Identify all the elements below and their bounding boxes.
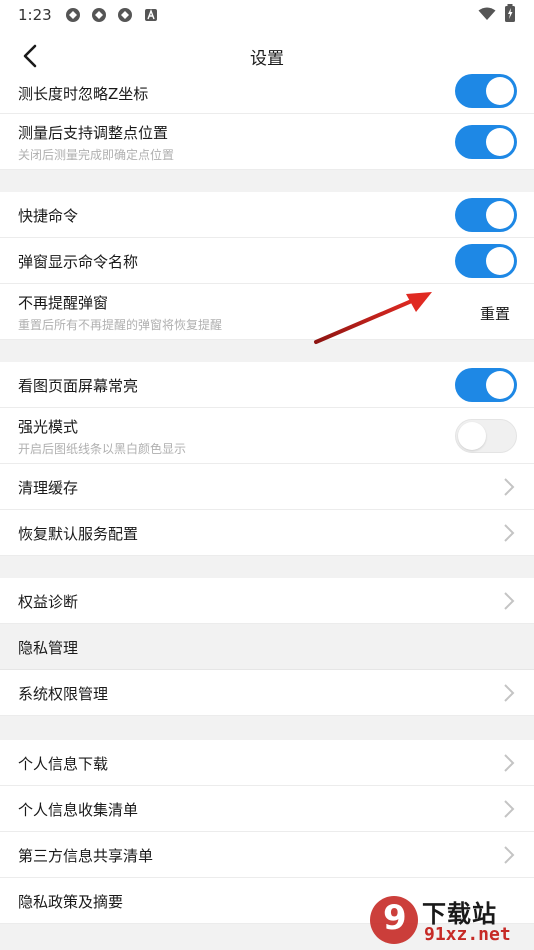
setting-row-personal-collect[interactable]: 个人信息收集清单: [0, 786, 534, 832]
screen-on-toggle[interactable]: [455, 368, 517, 402]
notification-icon: [64, 6, 82, 24]
setting-description: 开启后图纸线条以黑白颜色显示: [18, 442, 187, 456]
setting-label: 个人信息下载: [18, 755, 109, 773]
setting-row-sys-permission[interactable]: 系统权限管理: [0, 670, 534, 716]
section-header-privacy: 隐私管理: [0, 624, 534, 670]
section-title: 隐私管理: [18, 639, 79, 657]
setting-label: 看图页面屏幕常亮: [18, 377, 139, 395]
watermark-mark: 9: [383, 898, 407, 938]
setting-row-adjust-point[interactable]: 测量后支持调整点位置 关闭后测量完成即确定点位置: [0, 114, 534, 170]
battery-icon: [504, 4, 516, 26]
setting-row-screen-on[interactable]: 看图页面屏幕常亮: [0, 362, 534, 408]
setting-label: 不再提醒弹窗: [18, 294, 109, 312]
chevron-right-icon: [504, 800, 515, 818]
setting-label: 测长度时忽略Z坐标: [18, 85, 149, 103]
status-bar: 1:23: [0, 0, 534, 30]
setting-row-clear-cache[interactable]: 清理缓存: [0, 464, 534, 510]
wifi-icon: [478, 6, 496, 25]
watermark-domain: 91xz.net: [424, 924, 511, 945]
setting-label: 个人信息收集清单: [18, 801, 139, 819]
chevron-right-icon: [504, 754, 515, 772]
app-header: 设置: [0, 30, 534, 80]
section-gap: [0, 170, 534, 192]
adjust-point-toggle[interactable]: [455, 125, 517, 159]
chevron-right-icon: [504, 524, 515, 542]
section-gap: [0, 716, 534, 740]
settings-list: 测长度时忽略Z坐标 测量后支持调整点位置 关闭后测量完成即确定点位置 快捷命令 …: [0, 74, 534, 924]
ignore-z-toggle[interactable]: [455, 74, 517, 108]
setting-row-personal-download[interactable]: 个人信息下载: [0, 740, 534, 786]
setting-row-ignore-z[interactable]: 测长度时忽略Z坐标: [0, 74, 534, 114]
setting-row-third-party[interactable]: 第三方信息共享清单: [0, 832, 534, 878]
watermark-logo: 9 下载站 91xz.net: [368, 892, 528, 948]
setting-description: 关闭后测量完成即确定点位置: [18, 148, 175, 162]
page-title: 设置: [250, 49, 284, 69]
notification-icon: [116, 6, 134, 24]
setting-row-restore-default[interactable]: 恢复默认服务配置: [0, 510, 534, 556]
setting-label: 权益诊断: [18, 593, 79, 611]
chevron-right-icon: [504, 592, 515, 610]
status-time: 1:23: [18, 6, 52, 24]
setting-row-rights-diag[interactable]: 权益诊断: [0, 578, 534, 624]
setting-row-quick-cmd[interactable]: 快捷命令: [0, 192, 534, 238]
section-gap: [0, 340, 534, 362]
setting-row-strong-light[interactable]: 强光模式 开启后图纸线条以黑白颜色显示: [0, 408, 534, 464]
setting-label: 强光模式: [18, 418, 79, 436]
setting-label: 快捷命令: [18, 207, 79, 225]
setting-label: 弹窗显示命令名称: [18, 253, 139, 271]
chevron-right-icon: [504, 684, 515, 702]
setting-label: 测量后支持调整点位置: [18, 124, 169, 142]
setting-label: 清理缓存: [18, 479, 79, 497]
setting-row-popup-cmd-name[interactable]: 弹窗显示命令名称: [0, 238, 534, 284]
section-gap: [0, 556, 534, 578]
setting-label: 恢复默认服务配置: [18, 525, 139, 543]
popup-cmd-name-toggle[interactable]: [455, 244, 517, 278]
setting-label: 第三方信息共享清单: [18, 847, 154, 865]
chevron-right-icon: [504, 846, 515, 864]
setting-label: 系统权限管理: [18, 685, 109, 703]
annotation-arrow-icon: [314, 292, 432, 344]
quick-cmd-toggle[interactable]: [455, 198, 517, 232]
setting-description: 重置后所有不再提醒的弹窗将恢复提醒: [18, 318, 223, 332]
app-a-icon: [142, 6, 160, 24]
reset-button[interactable]: 重置: [480, 303, 510, 324]
setting-label: 隐私政策及摘要: [18, 893, 124, 911]
strong-light-toggle[interactable]: [455, 419, 517, 453]
setting-row-no-remind[interactable]: 不再提醒弹窗 重置后所有不再提醒的弹窗将恢复提醒 重置: [0, 284, 534, 340]
notification-icon: [90, 6, 108, 24]
chevron-right-icon: [504, 478, 515, 496]
